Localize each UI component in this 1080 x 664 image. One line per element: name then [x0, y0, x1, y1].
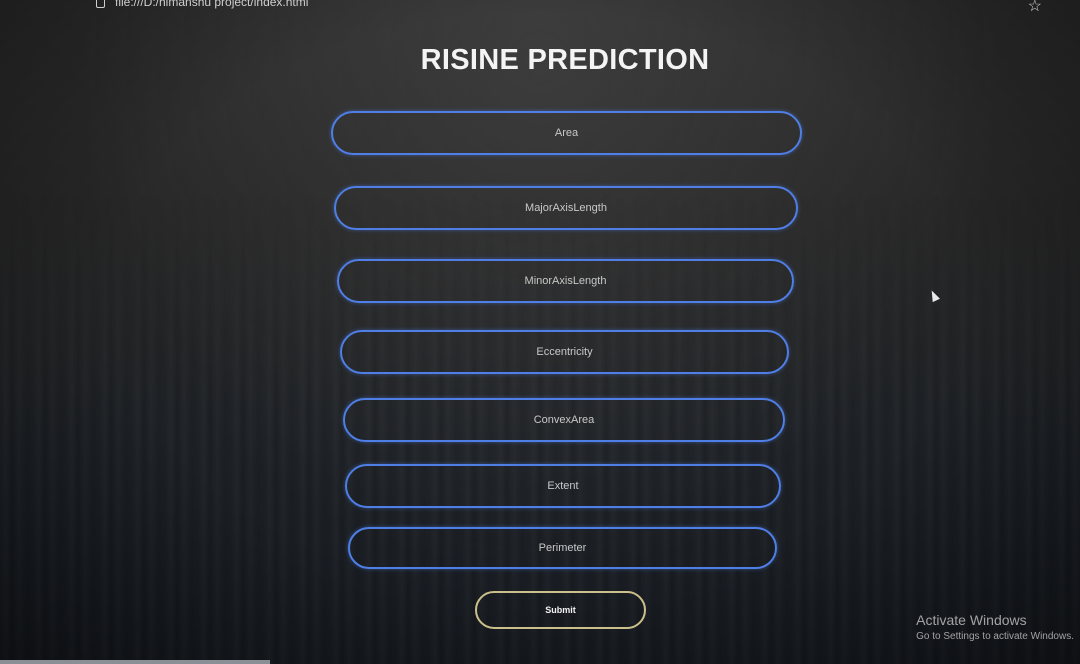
activate-windows-watermark: Activate Windows Go to Settings to activ…: [916, 612, 1074, 642]
extent-input[interactable]: [345, 464, 781, 508]
bookmark-star-icon[interactable]: ☆: [1028, 0, 1042, 16]
address-bar[interactable]: file:///D:/himanshu project/index.html: [96, 0, 308, 10]
page-icon: [96, 0, 105, 8]
eccentricity-input[interactable]: [340, 330, 789, 374]
major-axis-length-input[interactable]: [334, 186, 798, 230]
url-text: file:///D:/himanshu project/index.html: [115, 0, 309, 9]
area-input[interactable]: [331, 111, 802, 155]
watermark-subtitle: Go to Settings to activate Windows.: [916, 631, 1074, 642]
submit-button[interactable]: Submit: [475, 591, 646, 629]
perimeter-input[interactable]: [348, 527, 777, 569]
minor-axis-length-input[interactable]: [337, 259, 794, 303]
convex-area-input[interactable]: [343, 398, 785, 442]
page-title: RISINE PREDICTION: [420, 44, 710, 76]
taskbar-edge: [0, 660, 270, 664]
watermark-title: Activate Windows: [916, 612, 1027, 628]
